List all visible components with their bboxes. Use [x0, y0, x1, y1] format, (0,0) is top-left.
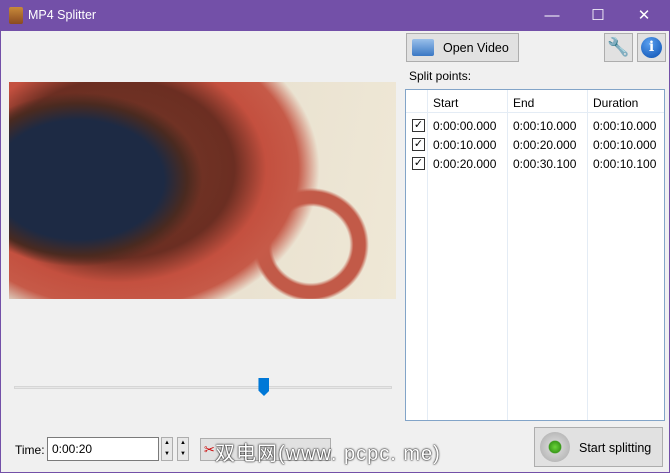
- wrench-icon[interactable]: 🔧: [604, 33, 633, 62]
- open-video-label: Open Video: [443, 41, 509, 55]
- cell-start: 0:00:20.000: [433, 157, 497, 171]
- video-preview: [9, 82, 396, 299]
- app-icon: [9, 7, 23, 24]
- table-row[interactable]: ✓ 0:00:20.000 0:00:30.100 0:00:10.100: [406, 154, 664, 173]
- scissors-icon: ✂: [204, 442, 215, 457]
- cell-duration: 0:00:10.000: [593, 138, 657, 152]
- cell-duration: 0:00:10.100: [593, 157, 657, 171]
- start-splitting-label: Start splitting: [579, 441, 652, 455]
- info-icon: i: [641, 37, 662, 58]
- column-header-end[interactable]: End: [513, 96, 534, 110]
- gear-icon: [540, 432, 570, 462]
- cell-end: 0:00:20.000: [513, 138, 577, 152]
- start-splitting-button[interactable]: Start splitting: [534, 427, 663, 467]
- split-points-table: Start End Duration ✓ 0:00:00.000 0:00:10…: [405, 89, 665, 421]
- open-video-button[interactable]: Open Video: [406, 33, 519, 62]
- cell-start: 0:00:10.000: [433, 138, 497, 152]
- row-checkbox[interactable]: ✓: [412, 138, 425, 151]
- folder-icon: [412, 39, 434, 56]
- watermark: 双电网(www. pcpc. me): [215, 443, 441, 465]
- split-points-label: Split points:: [409, 69, 472, 83]
- maximize-button[interactable]: ☐: [578, 5, 618, 27]
- time-label: Time:: [15, 443, 45, 457]
- window-title: MP4 Splitter: [28, 8, 97, 22]
- column-header-start[interactable]: Start: [433, 96, 458, 110]
- cell-end: 0:00:10.000: [513, 119, 577, 133]
- cell-duration: 0:00:10.000: [593, 119, 657, 133]
- time-input[interactable]: 0:00:20: [47, 437, 159, 461]
- row-checkbox[interactable]: ✓: [412, 119, 425, 132]
- info-button[interactable]: i: [637, 33, 666, 62]
- table-row[interactable]: ✓ 0:00:10.000 0:00:20.000 0:00:10.000: [406, 135, 664, 154]
- cell-start: 0:00:00.000: [433, 119, 497, 133]
- minimize-button[interactable]: —: [532, 5, 572, 27]
- title-bar: MP4 Splitter — ☐ ✕: [0, 0, 670, 31]
- column-header-duration[interactable]: Duration: [593, 96, 638, 110]
- seek-slider[interactable]: [14, 386, 392, 389]
- row-checkbox[interactable]: ✓: [412, 157, 425, 170]
- cell-end: 0:00:30.100: [513, 157, 577, 171]
- close-button[interactable]: ✕: [624, 5, 664, 27]
- time-spinner-1[interactable]: ▲ ▼: [161, 437, 173, 461]
- table-row[interactable]: ✓ 0:00:00.000 0:00:10.000 0:00:10.000: [406, 116, 664, 135]
- time-spinner-2[interactable]: ▲ ▼: [177, 437, 189, 461]
